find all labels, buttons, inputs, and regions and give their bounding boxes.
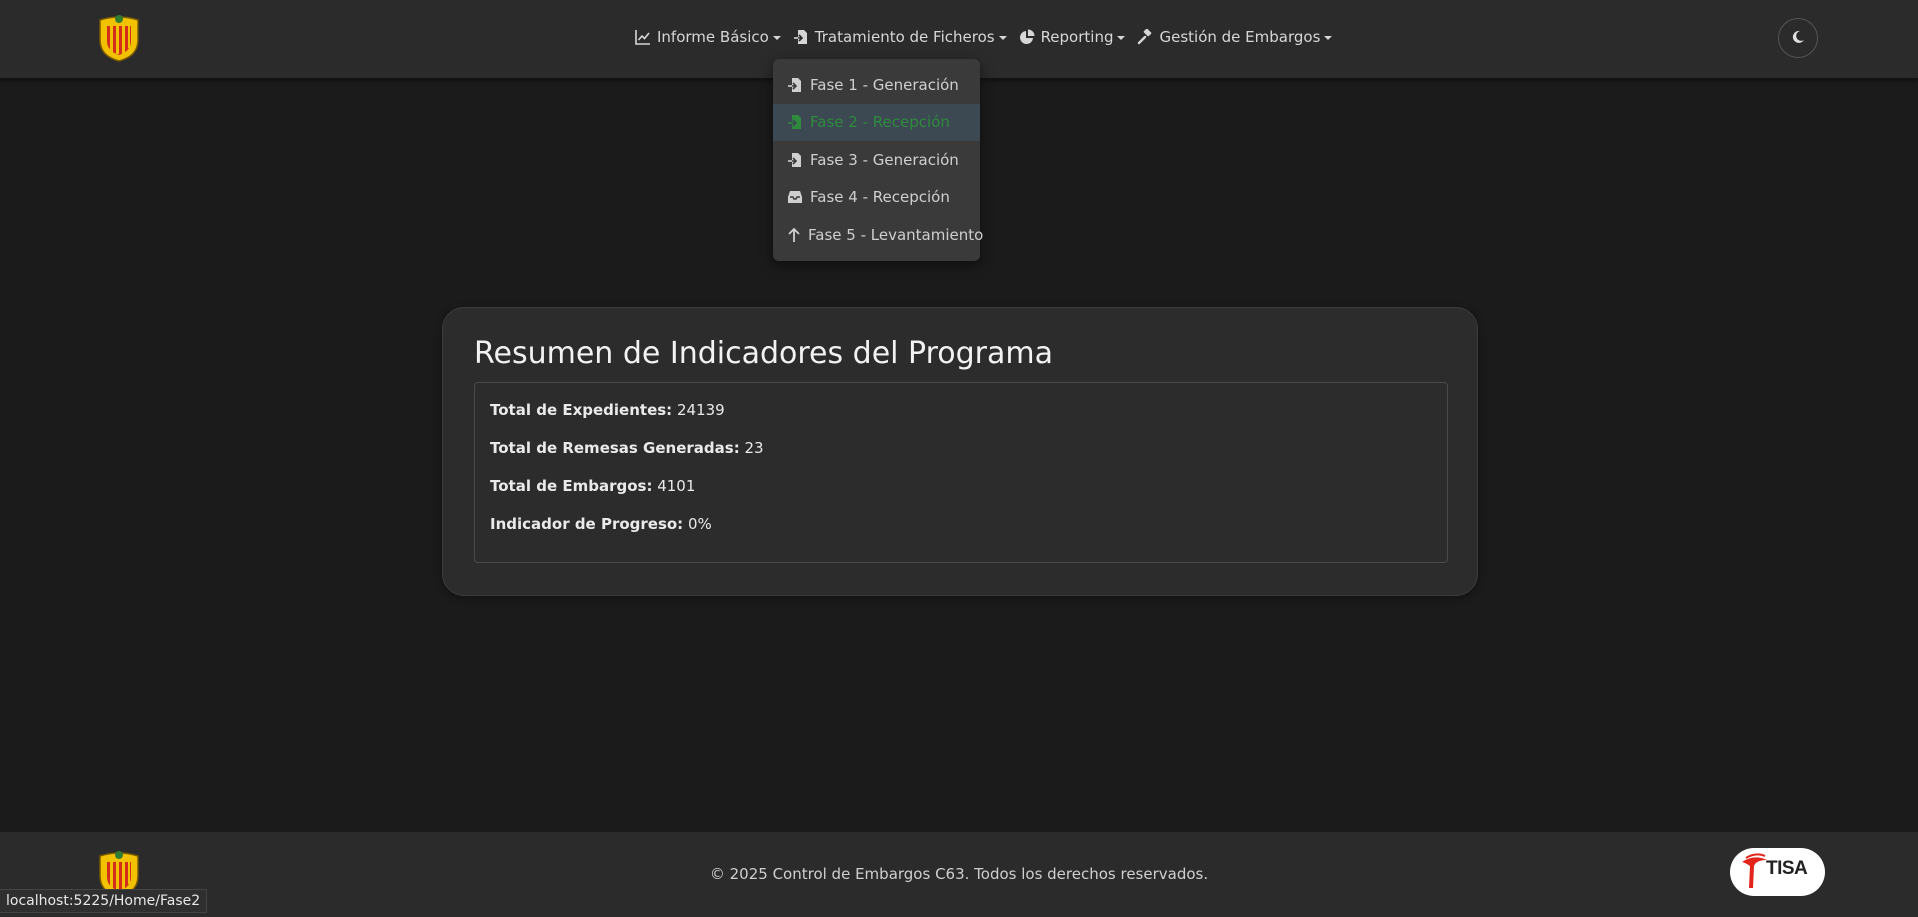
- dropdown-item-fase-4[interactable]: Fase 4 - Recepción: [773, 179, 980, 217]
- nav-informe-basico[interactable]: Informe Básico: [629, 28, 787, 46]
- caret-down-icon: [772, 36, 781, 40]
- caret-down-icon: [998, 36, 1007, 40]
- metric-indicador-progreso: Indicador de Progreso: 0%: [490, 515, 1432, 553]
- moon-icon: [1791, 29, 1805, 48]
- metric-value: 4101: [657, 477, 696, 495]
- dropdown-item-label: Fase 1 - Generación: [810, 75, 959, 94]
- theme-toggle-button[interactable]: [1778, 18, 1818, 58]
- nav-gestion-embargos[interactable]: Gestión de Embargos: [1131, 28, 1338, 46]
- dropdown-item-fase-3[interactable]: Fase 3 - Generación: [773, 141, 980, 179]
- nav-item-label: Gestión de Embargos: [1159, 28, 1321, 46]
- main-nav: Informe Básico Tratamiento de Ficheros R…: [629, 0, 1338, 74]
- chart-line-icon: [635, 29, 651, 45]
- copyright-text: © 2025 Control de Embargos C63. Todos lo…: [709, 865, 1209, 883]
- indicators-panel: Total de Expedientes: 24139 Total de Rem…: [474, 382, 1448, 563]
- inbox-icon: [787, 189, 803, 205]
- file-export-icon: [787, 77, 803, 93]
- partner-logo-text: TISA: [1766, 858, 1808, 879]
- nav-item-label: Reporting: [1040, 28, 1114, 46]
- dropdown-item-fase-2[interactable]: Fase 2 - Recepción: [773, 103, 980, 141]
- metric-value: 23: [744, 439, 764, 457]
- dropdown-item-label: Fase 4 - Recepción: [810, 188, 950, 207]
- status-bar-url: localhost:5225/Home/Fase2: [0, 889, 208, 913]
- caret-down-icon: [1324, 36, 1333, 40]
- gavel-icon: [1137, 29, 1153, 45]
- nav-item-label: Informe Básico: [657, 28, 769, 46]
- metric-value: 0%: [687, 515, 712, 533]
- dropdown-item-label: Fase 3 - Generación: [810, 150, 959, 169]
- partner-logo: TISA: [1730, 848, 1825, 896]
- metric-value: 24139: [676, 401, 725, 419]
- metric-total-remesas: Total de Remesas Generadas: 23: [490, 439, 1432, 477]
- metric-total-expedientes: Total de Expedientes: 24139: [490, 401, 1432, 439]
- tratamiento-dropdown-menu: Fase 1 - Generación Fase 2 - Recepción F…: [773, 59, 984, 261]
- metric-total-embargos: Total de Embargos: 4101: [490, 477, 1432, 515]
- metric-label: Total de Expedientes:: [490, 401, 673, 419]
- page-footer: © 2025 Control de Embargos C63. Todos lo…: [0, 832, 1918, 917]
- file-export-icon: [787, 152, 803, 168]
- dropdown-item-label: Fase 5 - Levantamiento: [808, 225, 984, 244]
- dropdown-item-label: Fase 2 - Recepción: [810, 113, 950, 132]
- metric-label: Total de Remesas Generadas:: [490, 439, 740, 457]
- metric-label: Total de Embargos:: [490, 477, 653, 495]
- card-title: Resumen de Indicadores del Programa: [474, 336, 1054, 371]
- nav-reporting[interactable]: Reporting: [1013, 28, 1132, 46]
- dropdown-item-fase-5[interactable]: Fase 5 - Levantamiento: [773, 216, 984, 254]
- nav-tratamiento-ficheros[interactable]: Tratamiento de Ficheros: [787, 28, 1013, 46]
- file-import-icon: [787, 114, 803, 130]
- nav-item-label: Tratamiento de Ficheros: [814, 28, 995, 46]
- brand-logo[interactable]: [96, 14, 142, 62]
- program-indicators-card: Resumen de Indicadores del Programa Tota…: [442, 307, 1478, 596]
- arrow-up-icon: [787, 227, 801, 243]
- caret-down-icon: [1117, 36, 1126, 40]
- metric-label: Indicador de Progreso:: [490, 515, 684, 533]
- dropdown-item-fase-1[interactable]: Fase 1 - Generación: [773, 66, 980, 104]
- pie-chart-icon: [1019, 29, 1035, 45]
- file-import-icon: [793, 29, 809, 45]
